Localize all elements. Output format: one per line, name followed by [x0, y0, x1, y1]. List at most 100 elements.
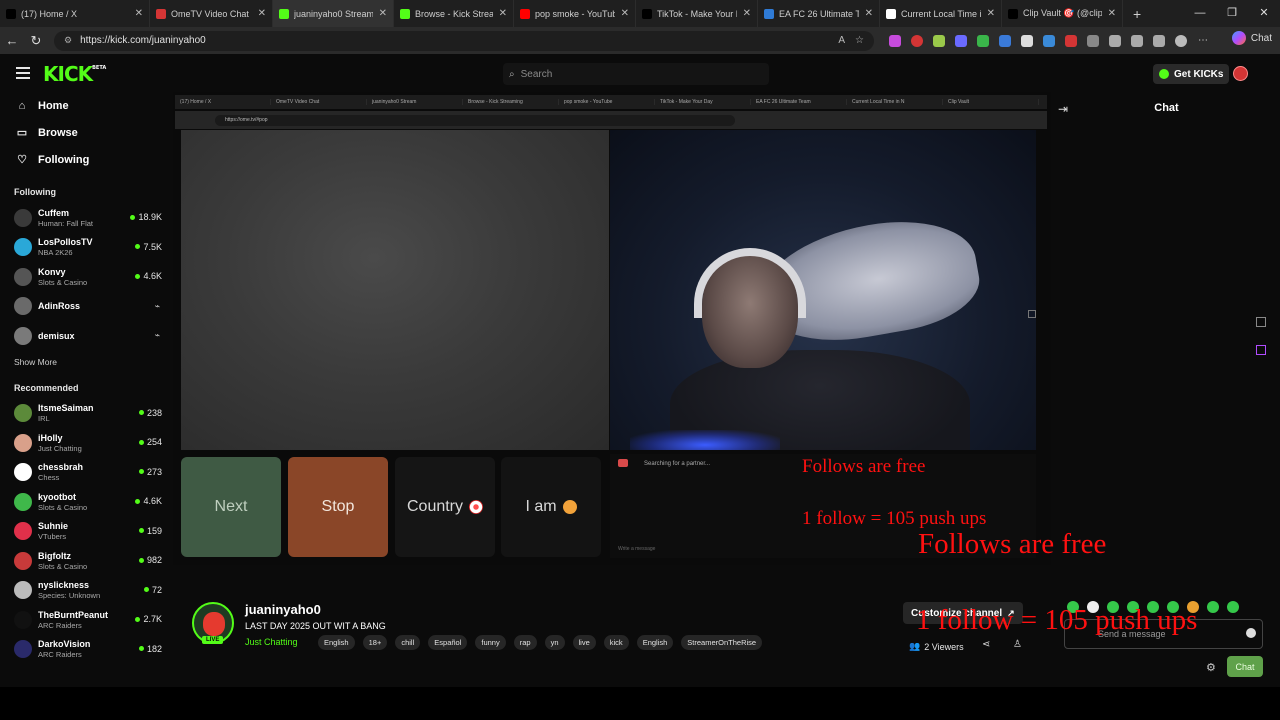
sidebar-channel[interactable]: TheBurntPeanut ARC Raiders 2.7K	[0, 605, 172, 635]
close-tab-icon[interactable]: ✕	[258, 8, 266, 19]
share-icon[interactable]: ⋖	[982, 639, 990, 650]
sidebar-channel[interactable]: iHolly Just Chatting 254	[0, 428, 172, 458]
channel-category: ARC Raiders	[38, 650, 82, 660]
stream-tag[interactable]: English	[318, 635, 355, 650]
sidebar-nav-following[interactable]: ♡ Following	[0, 146, 172, 173]
stream-tag[interactable]: rap	[513, 635, 537, 650]
sidebar-channel[interactable]: DarkoVision ARC Raiders 182	[0, 635, 172, 665]
close-tab-icon[interactable]: ✕	[743, 8, 751, 19]
stream-tab: Clip Vault	[943, 99, 1039, 105]
extension-icon[interactable]	[1021, 34, 1033, 47]
close-tab-icon[interactable]: ✕	[499, 8, 507, 19]
browser-tab[interactable]: juaninyaho0 Stream ✕	[273, 0, 394, 27]
close-tab-icon[interactable]: ✕	[379, 8, 387, 19]
stream-tag[interactable]: English	[636, 635, 674, 650]
stream-category[interactable]: Just Chatting	[245, 637, 298, 647]
extensions-puzzle-icon[interactable]	[1087, 34, 1099, 47]
site-info-icon[interactable]: ⚙	[64, 35, 72, 46]
close-tab-icon[interactable]: ✕	[135, 8, 143, 19]
profile-avatar-icon[interactable]	[1175, 34, 1187, 47]
extension-icon[interactable]	[911, 34, 923, 47]
reload-icon[interactable]: ↻	[24, 33, 48, 49]
sidebar-channel[interactable]: ItsmeSaiman IRL 238	[0, 399, 172, 429]
stream-tag[interactable]: kick	[603, 635, 629, 650]
sidebar-channel[interactable]: Cuffem Human: Fall Flat 18.9K	[0, 203, 172, 233]
sidebar-channel[interactable]: Konvy Slots & Casino 4.6K	[0, 262, 172, 292]
copilot-chat-label: Chat	[1250, 32, 1272, 44]
show-more-button[interactable]: Show More	[0, 357, 172, 367]
stream-tag[interactable]: 18+	[362, 635, 388, 650]
extension-icon[interactable]	[889, 34, 901, 47]
emoji-picker-icon[interactable]	[1246, 628, 1256, 638]
url-field[interactable]: ⚙ https://kick.com/juaninyaho0 A ☆	[54, 30, 874, 51]
more-menu-icon[interactable]: ⋯	[1197, 35, 1209, 47]
stream-tag[interactable]: chill	[395, 635, 421, 650]
browser-tab[interactable]: pop smoke - YouTube ✕	[514, 0, 636, 27]
send-chat-button[interactable]: Chat	[1227, 656, 1263, 677]
sidebar-channel[interactable]: chessbrah Chess 273	[0, 458, 172, 488]
channel-avatar	[14, 326, 32, 345]
tab-title: OmeTV Video Chat	[171, 8, 249, 19]
follow-icon[interactable]: ♙	[1013, 639, 1022, 650]
copilot-chat-button[interactable]: Chat	[1231, 31, 1272, 45]
get-kicks-button[interactable]: Get KICKs	[1153, 64, 1230, 84]
split-screen-icon[interactable]	[1109, 34, 1121, 47]
tag-list: English 18+ chill Español funny rap yn live kick…	[318, 635, 770, 650]
close-tab-icon[interactable]: ✕	[621, 8, 629, 19]
close-tab-icon[interactable]: ✕	[987, 8, 995, 19]
sidebar-nav-home[interactable]: ⌂ Home	[0, 92, 172, 119]
extension-icon[interactable]	[977, 34, 989, 47]
extension-icon[interactable]	[955, 34, 967, 47]
sidebar-channel[interactable]: kyootbot Slots & Casino 4.6K	[0, 487, 172, 517]
sidebar-channel[interactable]: nyslickness Species: Unknown 72	[0, 576, 172, 606]
stream-tag[interactable]: live	[572, 635, 596, 650]
extension-icon[interactable]	[999, 34, 1011, 47]
channel-avatar	[14, 522, 32, 541]
browser-tab[interactable]: Browse - Kick Streaming ✕	[394, 0, 514, 27]
restore-icon[interactable]: ❐	[1216, 0, 1248, 27]
chat-settings-icon[interactable]: ⚙	[1206, 661, 1216, 674]
extension-icon[interactable]	[933, 34, 945, 47]
favorites-icon[interactable]	[1131, 34, 1143, 47]
read-aloud-icon[interactable]: A	[838, 35, 845, 46]
emote-icon[interactable]	[1227, 601, 1239, 613]
close-window-icon[interactable]: ✕	[1248, 0, 1280, 27]
stream-tag[interactable]: yn	[544, 635, 565, 650]
favorite-star-icon[interactable]: ☆	[855, 35, 864, 46]
emote-icon[interactable]	[1207, 601, 1219, 613]
extension-icon[interactable]	[1043, 34, 1055, 47]
offline-icon: ⌁	[154, 300, 160, 311]
browser-tab[interactable]: EA FC 26 Ultimate Team ✕	[758, 0, 880, 27]
menu-icon[interactable]	[16, 67, 30, 82]
tab-favicon-icon	[6, 8, 16, 19]
sidebar-channel[interactable]: demisux ⌁	[0, 321, 172, 351]
stream-tag[interactable]: StreamerOnTheRise	[681, 635, 763, 650]
sidebar-channel[interactable]: Suhnie VTubers 159	[0, 517, 172, 547]
browser-tab[interactable]: Current Local Time in N ✕	[880, 0, 1002, 27]
close-tab-icon[interactable]: ✕	[1108, 8, 1116, 19]
browser-tab[interactable]: Clip Vault 🎯 (@clipvau ✕	[1002, 0, 1123, 27]
translate-icon[interactable]	[1256, 345, 1266, 355]
close-tab-icon[interactable]: ✕	[865, 8, 873, 19]
sidebar-nav-browse[interactable]: ▭ Browse	[0, 119, 172, 146]
sidebar-channel[interactable]: LosPollosTV NBA 2K26 7.5K	[0, 233, 172, 263]
browser-tab[interactable]: OmeTV Video Chat ✕	[150, 0, 273, 27]
user-avatar[interactable]	[1233, 66, 1248, 81]
stream-tag[interactable]: funny	[475, 635, 506, 650]
chat-grid-icon[interactable]	[1256, 317, 1266, 327]
video-player[interactable]: (17) Home / X OmeTV Video Chat juaninyaho0…	[173, 92, 1051, 565]
stream-tag[interactable]: Español	[428, 635, 468, 650]
sidebar-channel[interactable]: AdinRoss ⌁	[0, 292, 172, 322]
sidebar-channel[interactable]: Bigfoltz Slots & Casino 982	[0, 546, 172, 576]
channel-name[interactable]: juaninyaho0	[245, 602, 321, 617]
kick-logo[interactable]: KICKBETA	[43, 62, 106, 86]
collections-icon[interactable]	[1153, 34, 1165, 47]
browser-tab[interactable]: (17) Home / X ✕	[0, 0, 150, 27]
minimize-icon[interactable]: —	[1184, 0, 1216, 27]
new-tab-button[interactable]: +	[1133, 6, 1141, 22]
back-icon[interactable]: ←	[0, 33, 24, 48]
search-input[interactable]: ⌕ Search	[503, 63, 769, 85]
extension-icon[interactable]	[1065, 34, 1077, 47]
tab-favicon-icon	[156, 8, 166, 19]
browser-tab[interactable]: TikTok - Make Your Day ✕	[636, 0, 758, 27]
